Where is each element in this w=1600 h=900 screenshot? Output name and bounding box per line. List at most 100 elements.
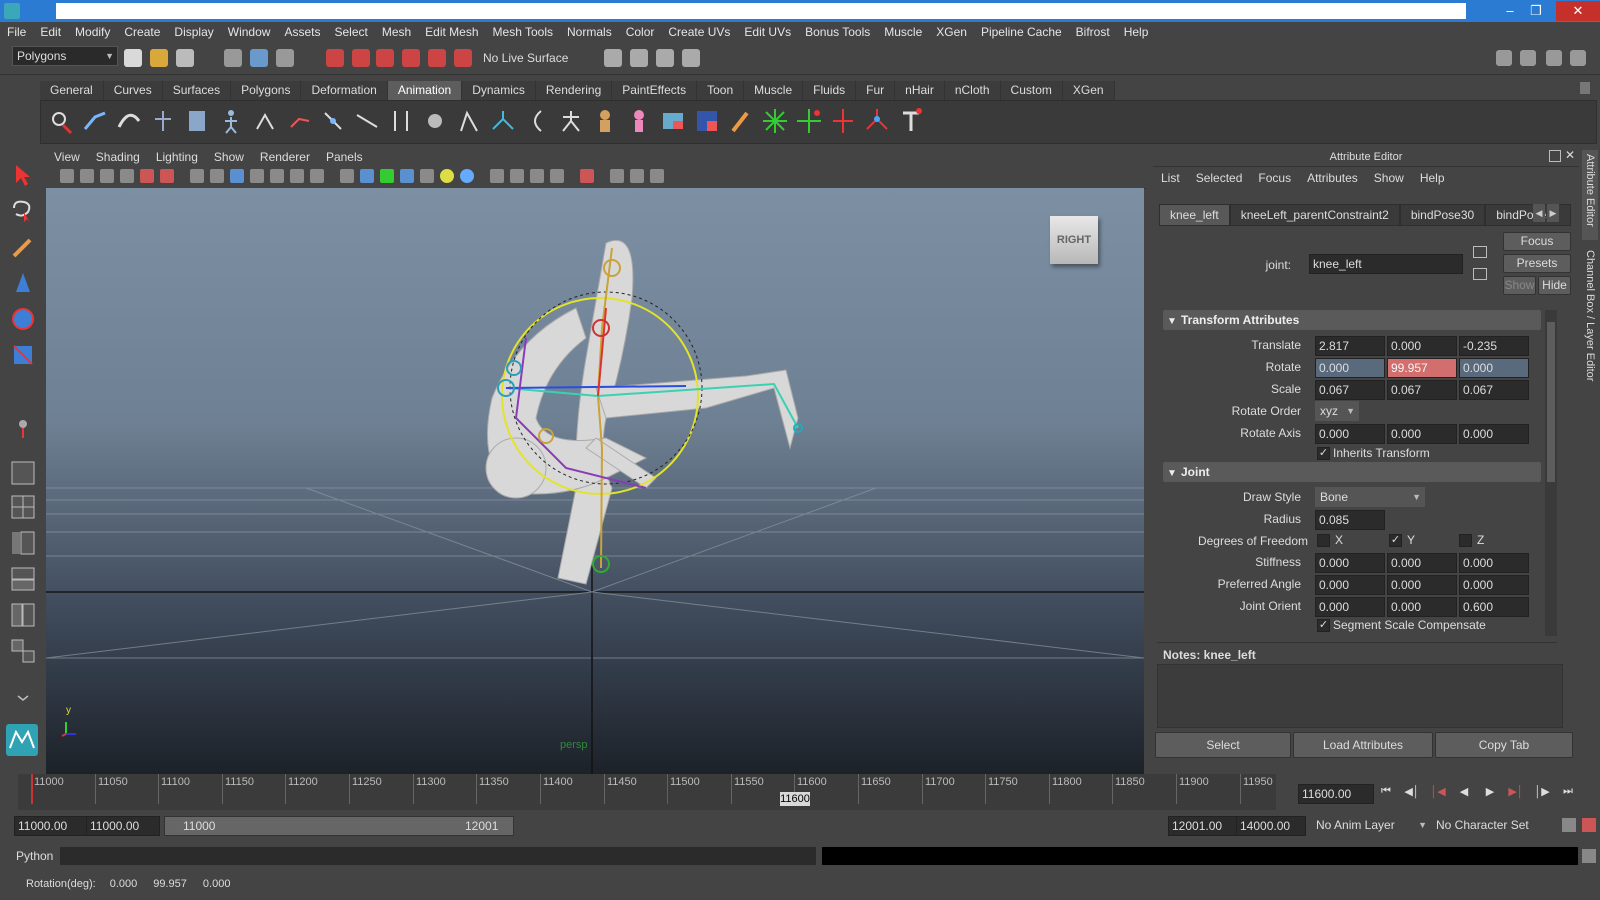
close-panel-icon[interactable]: ✕ [1565,148,1575,162]
humanik-skeleton-icon[interactable] [557,107,585,135]
select-object-icon[interactable] [250,49,268,67]
snap-point-icon[interactable] [376,49,394,67]
ipr-render-icon[interactable] [682,49,700,67]
last-tool-icon[interactable] [10,414,36,440]
tool-settings-toggle-icon[interactable] [1546,50,1562,66]
skeleton-icon[interactable] [149,107,177,135]
tab-kneeleft-parentconstraint2[interactable]: kneeLeft_parentConstraint2 [1229,204,1400,226]
wireframe-on-shaded-icon[interactable] [380,169,394,183]
select-hierarchy-icon[interactable] [224,49,242,67]
animation-start-field[interactable]: 11000.00 [14,816,88,836]
float-panel-icon[interactable] [1549,150,1561,162]
paint-weights-icon[interactable] [659,107,687,135]
notes-textarea[interactable] [1157,664,1563,728]
shelf-tab-custom[interactable]: Custom [1000,80,1063,100]
menu-bifrost[interactable]: Bifrost [1069,22,1117,42]
play-backwards-icon[interactable]: ◀ [1454,785,1474,801]
tab-scroll-right-icon[interactable]: ▶ [1547,204,1559,222]
dof-x-checkbox[interactable] [1317,534,1330,547]
two-d-pan-icon[interactable] [160,169,174,183]
xray-icon[interactable] [610,169,624,183]
component-editor-icon[interactable] [693,107,721,135]
shelf-tab-animation[interactable]: Animation [387,80,463,100]
shelf-tab-curves[interactable]: Curves [103,80,163,100]
anim-layer-dropdown[interactable]: No Anim Layer ▼ [1312,816,1430,834]
constraint-aim-icon[interactable] [863,107,891,135]
go-to-output-icon[interactable] [1473,268,1487,280]
shelf-tab-surfaces[interactable]: Surfaces [162,80,232,100]
go-to-end-icon[interactable]: ⏭ [1558,785,1578,801]
translate-z-field[interactable]: -0.235 [1459,336,1529,356]
viewport-menu-view[interactable]: View [46,148,88,166]
attributes-scrollbar[interactable] [1545,310,1557,636]
ae-menu-help[interactable]: Help [1412,168,1453,188]
set-preferred-angle-icon[interactable] [489,107,517,135]
rotate-z-field[interactable]: 0.000 [1459,358,1529,378]
auto-key-icon[interactable] [1562,818,1576,832]
locator-icon[interactable] [761,107,789,135]
layout-single-icon[interactable] [10,460,36,486]
preferred-angle-y-field[interactable]: 0.000 [1387,575,1457,595]
stiffness-z-field[interactable]: 0.000 [1459,553,1529,573]
multisample-aa-icon[interactable] [530,169,544,183]
channel-box-toggle-icon[interactable] [1570,50,1586,66]
script-editor-icon[interactable] [1582,849,1596,863]
ik-handle-icon[interactable] [81,107,109,135]
scale-tool-icon[interactable] [10,342,36,368]
side-tab-channel-box[interactable]: Channel Box / Layer Editor [1582,246,1598,396]
menu-edit-mesh[interactable]: Edit Mesh [418,22,485,42]
shelf-tab-ncloth[interactable]: nCloth [944,80,1001,100]
load-attributes-button[interactable]: Load Attributes [1293,732,1433,758]
motion-blur-icon[interactable] [510,169,524,183]
preferred-angle-z-field[interactable]: 0.000 [1459,575,1529,595]
menu-mesh[interactable]: Mesh [375,22,418,42]
sidebar-toggle-icon[interactable] [1496,50,1512,66]
translate-y-field[interactable]: 0.000 [1387,336,1457,356]
joint-tool-icon[interactable] [47,107,75,135]
shelf-options-icon[interactable] [1580,82,1590,94]
field-chart-icon[interactable] [270,169,284,183]
orient-joint-icon[interactable] [285,107,313,135]
scrollbar-thumb[interactable] [1547,322,1555,482]
snap-view-plane-icon[interactable] [402,49,420,67]
menu-create[interactable]: Create [117,22,167,42]
reroot-icon[interactable] [455,107,483,135]
xray-joints-icon[interactable] [630,169,644,183]
camera-select-icon[interactable] [60,169,74,183]
menu-mesh-tools[interactable]: Mesh Tools [486,22,560,42]
current-frame-marker[interactable]: 11600 [780,792,810,806]
viewport-menu-shading[interactable]: Shading [88,148,148,166]
use-all-lights-icon[interactable] [440,169,454,183]
character-controls-icon[interactable] [625,107,653,135]
gate-mask-icon[interactable] [250,169,264,183]
menu-bonus-tools[interactable]: Bonus Tools [798,22,877,42]
shelf-tab-fluids[interactable]: Fluids [803,80,857,100]
select-component-icon[interactable] [276,49,294,67]
notes-divider[interactable] [1157,642,1557,643]
layout-four-icon[interactable] [10,494,36,520]
node-name-field[interactable]: knee_left [1309,254,1463,274]
tab-scroll-left-icon[interactable]: ◀ [1533,204,1545,222]
paint-select-tool-icon[interactable] [10,234,36,260]
menu-help[interactable]: Help [1117,22,1156,42]
shelf-tab-painteffects[interactable]: PaintEffects [612,80,698,100]
joint-orient-z-field[interactable]: 0.600 [1459,597,1529,617]
constraint-parent-icon[interactable] [897,107,925,135]
assume-preferred-icon[interactable] [523,107,551,135]
close-icon[interactable]: ✕ [1556,1,1600,21]
play-forwards-icon[interactable]: ▶ [1480,785,1500,801]
resolution-gate-icon[interactable] [230,169,244,183]
draw-style-dropdown[interactable]: Bone ▼ [1315,487,1425,507]
bind-skin-icon[interactable] [183,107,211,135]
shelf-tab-deformation[interactable]: Deformation [301,80,388,100]
stiffness-x-field[interactable]: 0.000 [1315,553,1385,573]
rotate-axis-z-field[interactable]: 0.000 [1459,424,1529,444]
screen-space-ao-icon[interactable] [490,169,504,183]
dof-y-checkbox[interactable]: ✓ [1389,534,1402,547]
restore-icon[interactable]: ❐ [1524,1,1548,21]
safe-title-icon[interactable] [310,169,324,183]
menu-pipeline-cache[interactable]: Pipeline Cache [974,22,1069,42]
inherits-transform-checkbox[interactable]: ✓ [1317,447,1330,460]
shelf-tab-fur[interactable]: Fur [856,80,896,100]
image-plane-icon[interactable] [120,169,134,183]
